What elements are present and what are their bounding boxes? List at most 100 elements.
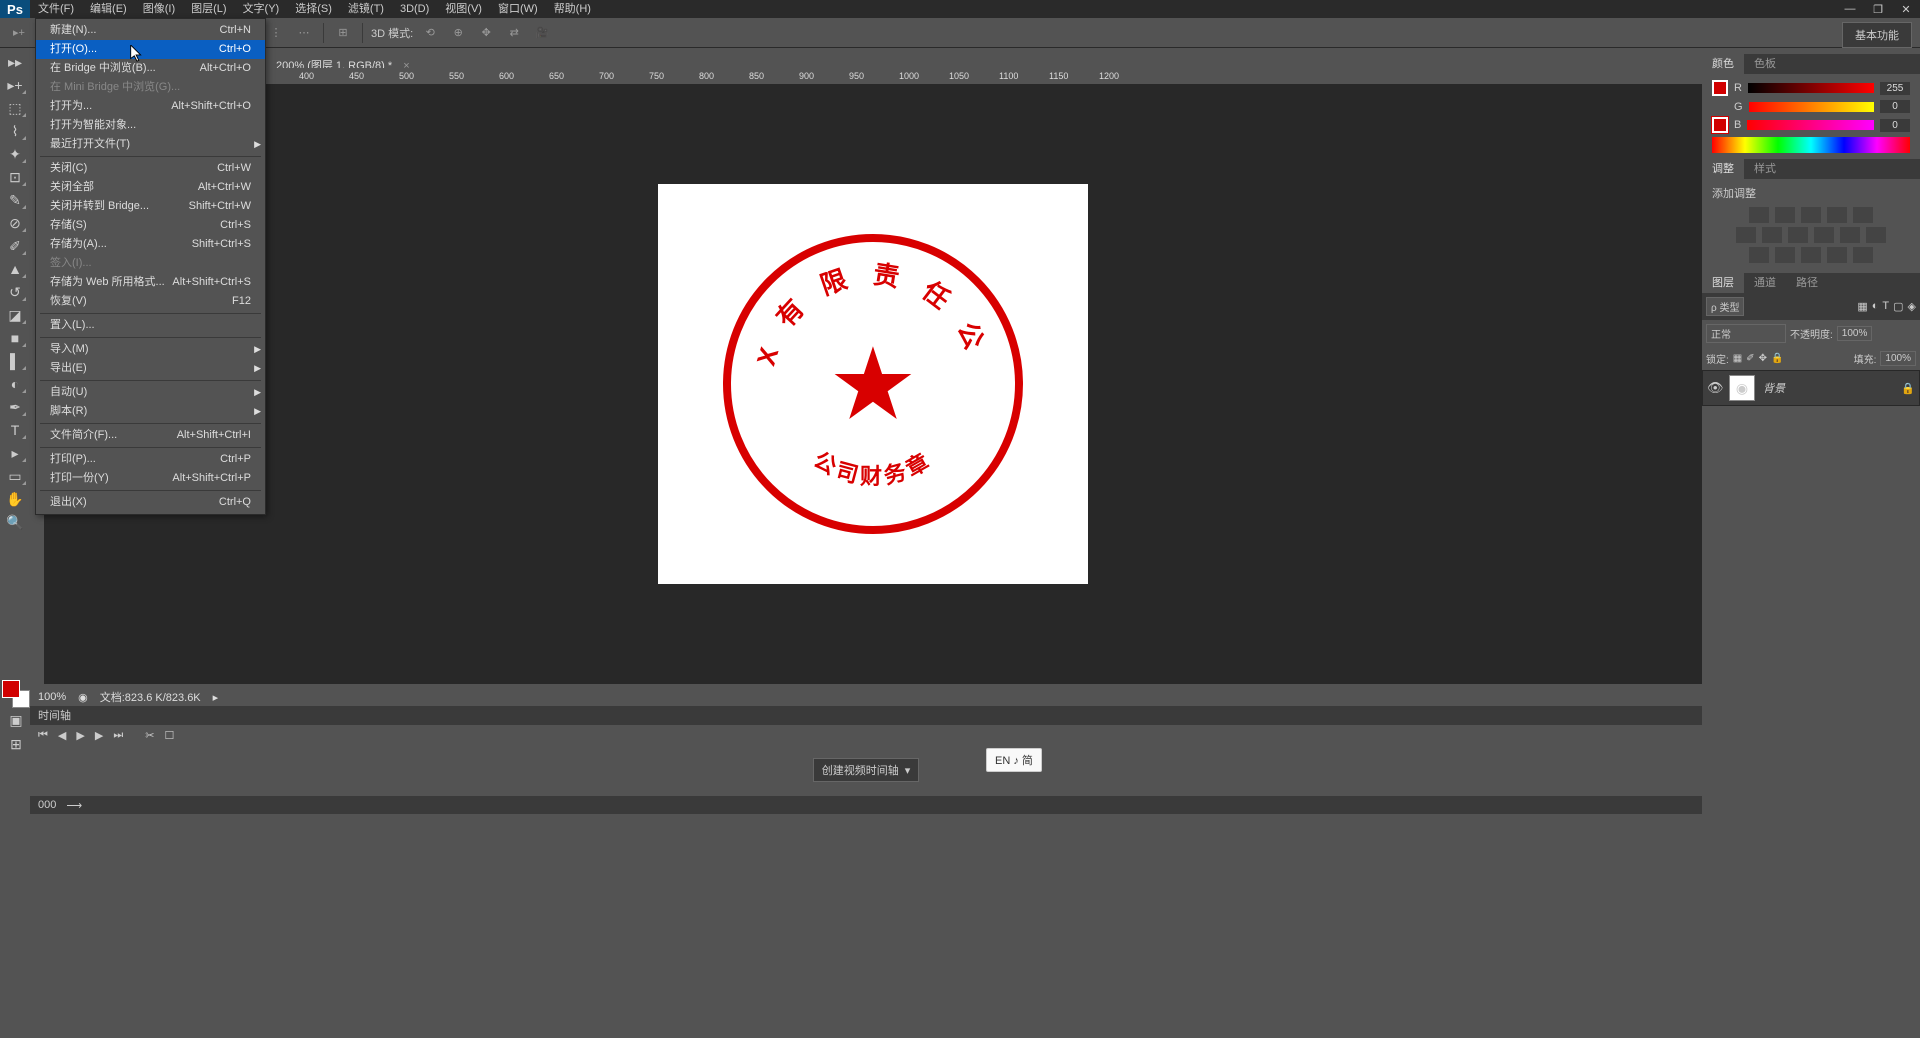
g-slider[interactable] xyxy=(1749,102,1874,112)
gradient-tool[interactable]: ■ xyxy=(3,328,27,348)
filter-smart-icon[interactable]: ◈ xyxy=(1908,300,1916,313)
menu-item-12[interactable]: 存储为(A)...Shift+Ctrl+S xyxy=(36,235,265,254)
menu-filter[interactable]: 滤镜(T) xyxy=(340,0,392,18)
menu-item-0[interactable]: 新建(N)...Ctrl+N xyxy=(36,21,265,40)
color-lookup-icon[interactable] xyxy=(1866,227,1886,243)
menu-item-27[interactable]: 打印(P)...Ctrl+P xyxy=(36,450,265,469)
menu-item-28[interactable]: 打印一份(Y)Alt+Shift+Ctrl+P xyxy=(36,469,265,488)
hand-tool[interactable]: ✋ xyxy=(3,489,27,509)
blur-tool[interactable]: ▌ xyxy=(3,351,27,371)
play-icon[interactable]: ▶ xyxy=(76,729,84,742)
menu-item-30[interactable]: 退出(X)Ctrl+Q xyxy=(36,493,265,512)
foreground-color[interactable] xyxy=(2,680,20,698)
distribute-v-icon[interactable]: ⋮ xyxy=(265,22,287,44)
tab-styles[interactable]: 样式 xyxy=(1744,159,1786,179)
r-value[interactable]: 255 xyxy=(1880,82,1910,95)
menu-item-9[interactable]: 关闭全部Alt+Ctrl+W xyxy=(36,178,265,197)
lock-all-icon[interactable]: 🔒 xyxy=(1771,353,1783,364)
move-tool[interactable]: ▸+ xyxy=(3,75,27,95)
menu-select[interactable]: 选择(S) xyxy=(287,0,340,18)
marquee-tool[interactable]: ⬚ xyxy=(3,98,27,118)
slide-icon[interactable]: ⇄ xyxy=(503,22,525,44)
menu-item-25[interactable]: 文件简介(F)...Alt+Shift+Ctrl+I xyxy=(36,426,265,445)
filter-type-icon[interactable]: T xyxy=(1882,300,1889,313)
menu-view[interactable]: 视图(V) xyxy=(437,0,490,18)
menu-edit[interactable]: 编辑(E) xyxy=(82,0,135,18)
menu-item-10[interactable]: 关闭并转到 Bridge...Shift+Ctrl+W xyxy=(36,197,265,216)
fill-input[interactable]: 100% xyxy=(1880,351,1916,366)
threshold-icon[interactable] xyxy=(1801,247,1821,263)
canvas-area[interactable]: X X 有 限 责 任 公 司 公司财务章 ★ xyxy=(44,84,1702,684)
zoom-tool[interactable]: 🔍 xyxy=(3,512,27,532)
lock-transparent-icon[interactable]: ▦ xyxy=(1733,353,1742,364)
filter-pixel-icon[interactable]: ▦ xyxy=(1857,300,1867,313)
ime-indicator[interactable]: EN ♪ 简 xyxy=(986,748,1042,772)
filter-adjust-icon[interactable]: ◐ xyxy=(1872,300,1879,313)
tab-adjustments[interactable]: 调整 xyxy=(1702,159,1744,179)
menu-item-1[interactable]: 打开(O)...Ctrl+O xyxy=(36,40,265,59)
filter-shape-icon[interactable]: ▢ xyxy=(1893,300,1903,313)
tab-paths[interactable]: 路径 xyxy=(1786,273,1828,293)
menu-window[interactable]: 窗口(W) xyxy=(490,0,546,18)
menu-item-15[interactable]: 恢复(V)F12 xyxy=(36,292,265,311)
layer-name[interactable]: 背景 xyxy=(1763,380,1893,396)
shape-tool[interactable]: ▭ xyxy=(3,466,27,486)
blend-mode-select[interactable]: 正常 xyxy=(1706,324,1786,343)
menu-item-19[interactable]: 导入(M)▶ xyxy=(36,340,265,359)
timeline-slider-icon[interactable]: ⟶ xyxy=(66,799,82,812)
eraser-tool[interactable]: ◪ xyxy=(3,305,27,325)
crop-tool[interactable]: ⊡ xyxy=(3,167,27,187)
selective-color-icon[interactable] xyxy=(1853,247,1873,263)
hue-strip[interactable] xyxy=(1712,137,1910,153)
prev-frame-icon[interactable]: ◀ xyxy=(58,729,66,742)
cut-icon[interactable]: ✂ xyxy=(145,729,154,742)
type-tool[interactable]: T xyxy=(3,420,27,440)
tab-color[interactable]: 颜色 xyxy=(1702,54,1744,74)
menu-item-2[interactable]: 在 Bridge 中浏览(B)...Alt+Ctrl+O xyxy=(36,59,265,78)
tab-swatches[interactable]: 色板 xyxy=(1744,54,1786,74)
opacity-input[interactable]: 100% xyxy=(1837,326,1873,341)
first-frame-icon[interactable]: ⏮ xyxy=(38,729,48,742)
history-brush-tool[interactable]: ↺ xyxy=(3,282,27,302)
color-balance-icon[interactable] xyxy=(1762,227,1782,243)
lock-pixels-icon[interactable]: ✐ xyxy=(1746,353,1754,364)
menu-item-6[interactable]: 最近打开文件(T)▶ xyxy=(36,135,265,154)
menu-layer[interactable]: 图层(L) xyxy=(183,0,234,18)
minimize-button[interactable]: — xyxy=(1836,0,1864,18)
gradient-map-icon[interactable] xyxy=(1827,247,1847,263)
hue-icon[interactable] xyxy=(1736,227,1756,243)
posterize-icon[interactable] xyxy=(1775,247,1795,263)
dropdown-icon[interactable]: ▾ xyxy=(905,764,911,777)
collapse-icon[interactable]: ▸▸ xyxy=(3,52,27,72)
eyedropper-tool[interactable]: ✎ xyxy=(3,190,27,210)
visibility-icon[interactable]: 👁 xyxy=(1707,380,1721,396)
screen-mode-icon[interactable]: ⊞ xyxy=(4,734,28,754)
workspace-switcher[interactable]: 基本功能 xyxy=(1842,22,1912,48)
vibrance-icon[interactable] xyxy=(1853,207,1873,223)
maximize-button[interactable]: ❐ xyxy=(1864,0,1892,18)
pan-icon[interactable]: ✥ xyxy=(475,22,497,44)
photo-filter-icon[interactable] xyxy=(1814,227,1834,243)
lock-position-icon[interactable]: ✥ xyxy=(1759,353,1767,364)
status-caret-icon[interactable]: ◉ xyxy=(78,691,88,704)
tab-channels[interactable]: 通道 xyxy=(1744,273,1786,293)
menu-item-11[interactable]: 存储(S)Ctrl+S xyxy=(36,216,265,235)
color-preview-alt[interactable] xyxy=(1712,117,1728,133)
color-swatches[interactable] xyxy=(2,680,30,708)
roll-icon[interactable]: ⊕ xyxy=(447,22,469,44)
menu-item-17[interactable]: 置入(L)... xyxy=(36,316,265,335)
zoom3d-icon[interactable]: 🎥 xyxy=(531,22,553,44)
color-preview[interactable] xyxy=(1712,80,1728,96)
curves-icon[interactable] xyxy=(1801,207,1821,223)
menu-file[interactable]: 文件(F) xyxy=(30,0,82,18)
menu-item-5[interactable]: 打开为智能对象... xyxy=(36,116,265,135)
create-timeline-button[interactable]: 创建视频时间轴 ▾ xyxy=(813,758,920,782)
channel-mixer-icon[interactable] xyxy=(1840,227,1860,243)
auto-align-icon[interactable]: ⊞ xyxy=(332,22,354,44)
menu-item-8[interactable]: 关闭(C)Ctrl+W xyxy=(36,159,265,178)
quick-mask-icon[interactable]: ▣ xyxy=(4,710,28,730)
menu-item-4[interactable]: 打开为...Alt+Shift+Ctrl+O xyxy=(36,97,265,116)
menu-item-20[interactable]: 导出(E)▶ xyxy=(36,359,265,378)
exposure-icon[interactable] xyxy=(1827,207,1847,223)
g-value[interactable]: 0 xyxy=(1880,100,1910,113)
